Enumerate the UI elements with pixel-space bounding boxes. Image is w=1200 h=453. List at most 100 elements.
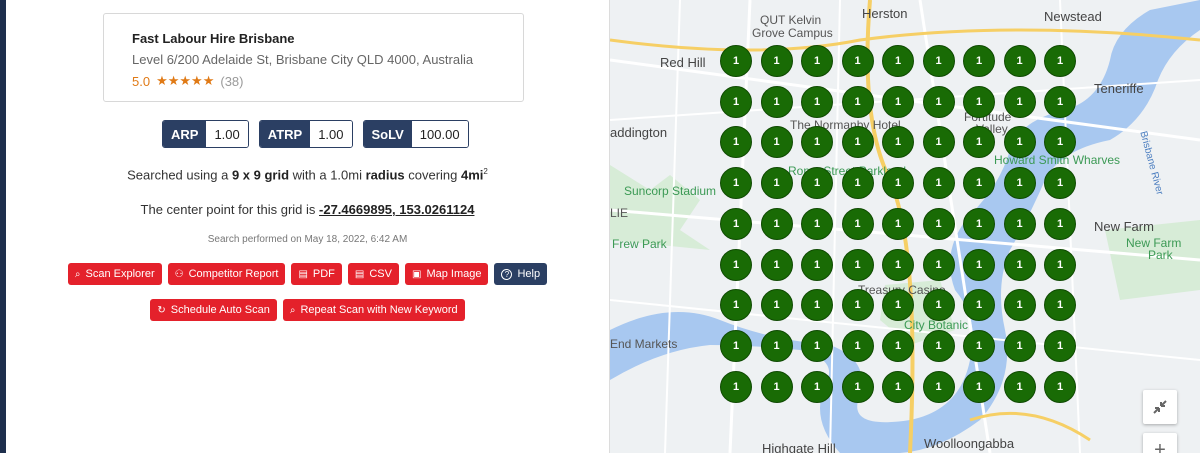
business-name: Fast Labour Hire Brisbane [132,31,295,46]
rank-marker[interactable]: 1 [1003,370,1036,403]
rank-marker[interactable]: 1 [963,85,995,118]
rank-marker[interactable]: 1 [720,329,752,362]
rank-marker[interactable]: 1 [801,329,833,362]
business-card: Fast Labour Hire Brisbane Level 6/200 Ad… [103,13,524,102]
help-button[interactable]: ? Help [494,263,548,285]
rank-marker[interactable]: 1 [1044,207,1076,240]
rank-marker[interactable]: 1 [922,329,955,362]
rank-marker[interactable]: 1 [1003,329,1036,362]
rank-marker[interactable]: 1 [841,45,874,77]
rank-marker[interactable]: 1 [1044,85,1076,118]
rank-marker[interactable]: 1 [882,289,914,322]
rank-marker[interactable]: 1 [720,126,752,159]
rank-marker[interactable]: 1 [801,370,833,403]
rank-marker[interactable]: 1 [963,207,995,240]
rank-marker[interactable]: 1 [1003,85,1036,118]
rank-marker[interactable]: 1 [1003,289,1036,322]
rank-marker[interactable]: 1 [760,85,793,118]
rank-marker[interactable]: 1 [760,370,793,403]
rank-marker[interactable]: 1 [720,85,752,118]
rank-marker[interactable]: 1 [841,167,874,200]
rank-marker[interactable]: 1 [1044,370,1076,403]
rank-marker[interactable]: 1 [963,45,995,77]
rank-marker[interactable]: 1 [760,329,793,362]
rank-marker[interactable]: 1 [801,126,833,159]
rank-marker[interactable]: 1 [922,248,955,281]
rank-marker[interactable]: 1 [841,289,874,322]
rank-marker[interactable]: 1 [841,126,874,159]
rank-marker[interactable]: 1 [720,248,752,281]
map-view[interactable]: Herston QUT Kelvin Grove Campus Newstead… [610,0,1200,453]
zoom-in-button[interactable]: + [1143,433,1177,453]
rank-marker[interactable]: 1 [882,167,914,200]
rank-marker[interactable]: 1 [922,167,955,200]
rank-marker[interactable]: 1 [922,45,955,77]
rank-marker[interactable]: 1 [1044,167,1076,200]
rank-marker[interactable]: 1 [801,85,833,118]
rank-marker[interactable]: 1 [760,45,793,77]
rank-marker[interactable]: 1 [963,370,995,403]
rank-marker[interactable]: 1 [801,167,833,200]
rank-marker[interactable]: 1 [1044,45,1076,77]
collapse-icon[interactable] [1143,390,1177,424]
rank-marker[interactable]: 1 [720,207,752,240]
rank-marker[interactable]: 1 [1044,248,1076,281]
rank-marker[interactable]: 1 [760,126,793,159]
rank-marker[interactable]: 1 [841,85,874,118]
rank-marker[interactable]: 1 [882,370,914,403]
rank-marker[interactable]: 1 [801,289,833,322]
metric-value: 100.00 [411,121,468,147]
rank-marker[interactable]: 1 [841,329,874,362]
rank-marker[interactable]: 1 [1003,126,1036,159]
rank-marker[interactable]: 1 [801,207,833,240]
center-point-link[interactable]: -27.4669895, 153.0261124 [319,202,474,217]
rank-marker[interactable]: 1 [882,207,914,240]
rank-marker[interactable]: 1 [882,126,914,159]
rank-marker[interactable]: 1 [1003,207,1036,240]
rank-marker[interactable]: 1 [720,45,752,77]
rank-marker[interactable]: 1 [922,289,955,322]
rank-marker[interactable]: 1 [882,45,914,77]
rank-marker[interactable]: 1 [882,248,914,281]
rank-marker[interactable]: 1 [922,126,955,159]
rank-marker[interactable]: 1 [760,289,793,322]
pdf-button[interactable]: ▤ PDF [291,263,342,285]
map-image-button[interactable]: ▣ Map Image [404,263,489,285]
metrics-row: ARP 1.00 ATRP 1.00 SoLV 100.00 [162,120,469,148]
rank-marker[interactable]: 1 [720,370,752,403]
rank-marker[interactable]: 1 [1003,167,1036,200]
map-label: QUT Kelvin [760,13,822,27]
rank-marker[interactable]: 1 [720,167,752,200]
rank-marker[interactable]: 1 [963,329,995,362]
rank-marker[interactable]: 1 [760,248,793,281]
rank-marker[interactable]: 1 [922,207,955,240]
rank-marker[interactable]: 1 [963,289,995,322]
rank-marker[interactable]: 1 [922,370,955,403]
rank-marker[interactable]: 1 [1003,45,1036,77]
rank-marker[interactable]: 1 [841,370,874,403]
schedule-auto-scan-button[interactable]: ↻ Schedule Auto Scan [150,299,277,321]
rank-marker[interactable]: 1 [801,45,833,77]
rank-marker[interactable]: 1 [963,248,995,281]
rank-marker[interactable]: 1 [1044,289,1076,322]
question-circle-icon: ? [501,268,513,280]
repeat-scan-with-new-keyword-button[interactable]: ⌕ Repeat Scan with New Keyword [282,299,465,321]
rank-marker[interactable]: 1 [922,85,955,118]
rank-marker[interactable]: 1 [1044,126,1076,159]
rank-marker[interactable]: 1 [1044,329,1076,362]
competitor-report-button[interactable]: ⚇ Competitor Report [167,263,286,285]
rank-marker[interactable]: 1 [882,329,914,362]
rank-marker[interactable]: 1 [760,207,793,240]
rank-marker[interactable]: 1 [760,167,793,200]
rank-marker[interactable]: 1 [841,248,874,281]
rank-marker[interactable]: 1 [841,207,874,240]
rank-marker[interactable]: 1 [720,289,752,322]
rank-marker[interactable]: 1 [882,85,914,118]
rank-marker[interactable]: 1 [963,126,995,159]
csv-button[interactable]: ▤ CSV [347,263,399,285]
rank-marker[interactable]: 1 [801,248,833,281]
rank-marker[interactable]: 1 [963,167,995,200]
rank-marker[interactable]: 1 [1003,248,1036,281]
scan-explorer-button[interactable]: ⌕ Scan Explorer [67,263,162,285]
search-icon: ⌕ [74,268,81,280]
